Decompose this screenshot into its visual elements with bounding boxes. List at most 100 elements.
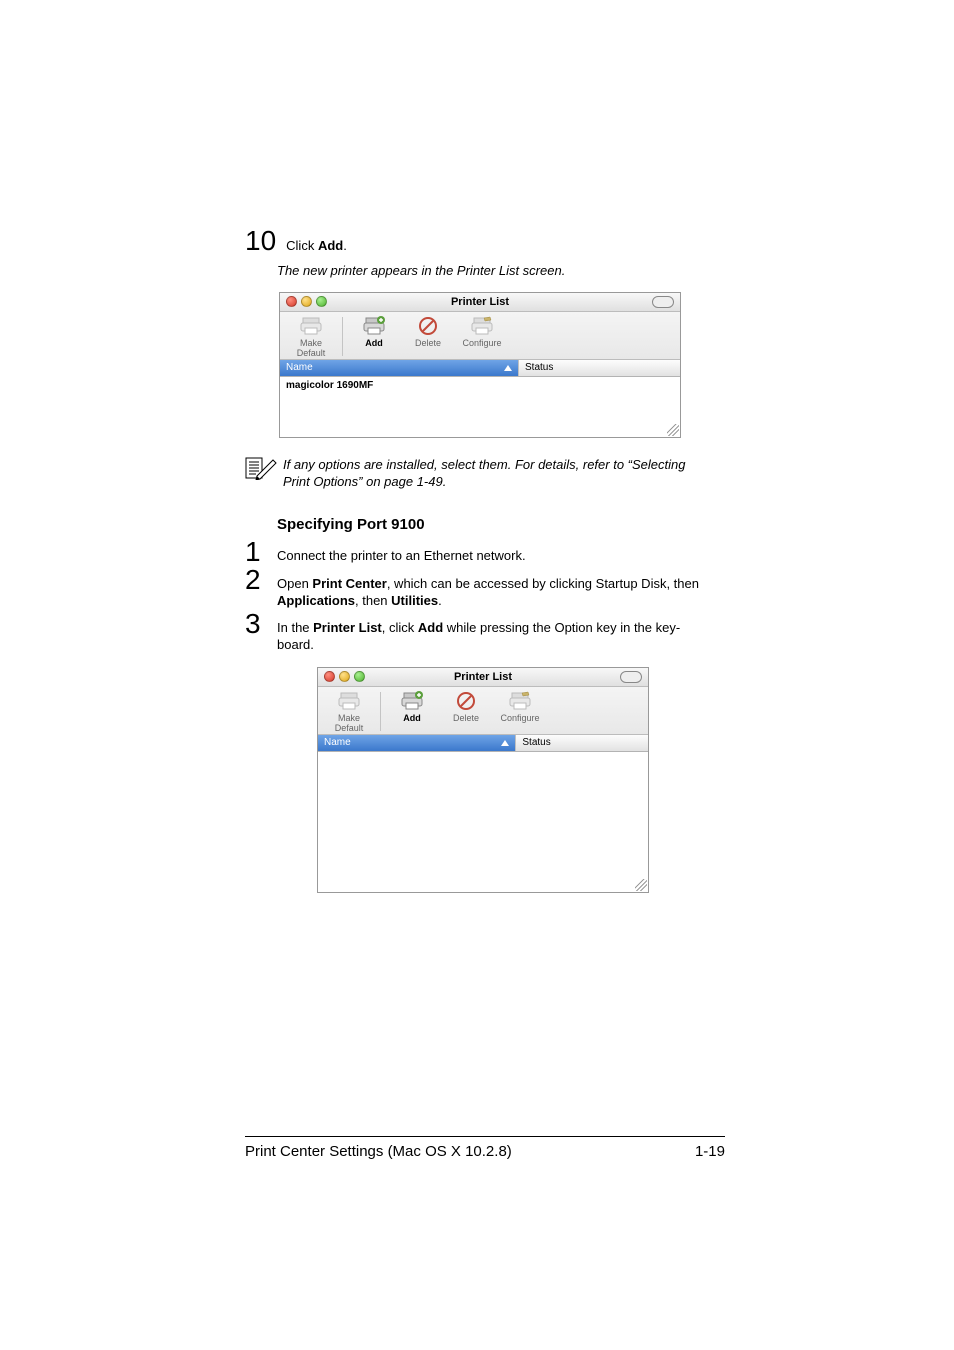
printer-list-window-1: Printer List Make Default Add [279, 292, 681, 438]
configure-label: Configure [457, 338, 507, 348]
add-label: Add [387, 713, 437, 723]
step-10-result: The new printer appears in the Printer L… [277, 263, 725, 278]
step-number-10: 10 [245, 225, 276, 257]
window1-list-header[interactable]: Name Status [280, 360, 680, 377]
delete-icon [403, 315, 453, 337]
note-line-2: Print Options” on page 1-49. [283, 474, 446, 489]
column-name-label: Name [286, 362, 313, 373]
note-text: If any options are installed, select the… [283, 456, 685, 490]
make-default-label: Make Default [324, 713, 374, 733]
toolbar-separator [380, 692, 381, 731]
s2-g: . [438, 593, 442, 608]
window2-title: Printer List [454, 671, 512, 683]
printer-configure-icon [495, 690, 545, 712]
page-footer: Print Center Settings (Mac OS X 10.2.8) … [245, 1136, 725, 1160]
step-2-text: Open Print Center, which can be accessed… [277, 567, 699, 609]
footer-section-title: Print Center Settings (Mac OS X 10.2.8) [245, 1143, 512, 1160]
step-10-text: Click Add. [286, 238, 347, 253]
window1-list-body: magicolor 1690MF [280, 377, 680, 437]
footer-rule [245, 1136, 725, 1137]
printer-add-icon [349, 315, 399, 337]
delete-icon [441, 690, 491, 712]
step-10-bold: Add [318, 238, 343, 253]
make-default-button: Make Default [286, 315, 336, 358]
column-status[interactable]: Status [516, 735, 648, 751]
close-icon[interactable] [286, 296, 297, 307]
s3-e: while pressing the Option key in the key [443, 620, 676, 635]
resize-grip-icon[interactable] [667, 424, 679, 436]
window2-toolbar: Make Default Add Delete [318, 687, 648, 735]
printer-list-window-2: Printer List Make Default Add [317, 667, 649, 893]
s2-c: , which can be accessed by clicking Star… [387, 576, 699, 591]
s2-a: Open [277, 576, 312, 591]
step-number-1: 1 [245, 539, 267, 565]
minimize-icon[interactable] [301, 296, 312, 307]
toolbar-toggle-icon[interactable] [652, 296, 674, 308]
step-number-3: 3 [245, 611, 267, 637]
footer-page-number: 1-19 [695, 1143, 725, 1160]
step-10-prefix: Click [286, 238, 318, 253]
s3-a: In the [277, 620, 313, 635]
s2-f: Utilities [391, 593, 438, 608]
step-1: 1 Connect the printer to an Ethernet net… [245, 539, 725, 565]
close-icon[interactable] [324, 671, 335, 682]
document-page: 10 Click Add. The new printer appears in… [0, 0, 954, 1350]
resize-grip-icon[interactable] [635, 879, 647, 891]
window1-titlebar: Printer List [280, 293, 680, 312]
column-name[interactable]: Name [280, 360, 519, 376]
step-2: 2 Open Print Center, which can be access… [245, 567, 725, 609]
configure-button: Configure [495, 690, 545, 733]
printer-default-icon [286, 315, 336, 337]
column-status[interactable]: Status [519, 360, 680, 376]
footer-line: Print Center Settings (Mac OS X 10.2.8) … [245, 1143, 725, 1160]
window2-list-body [318, 752, 648, 892]
add-button[interactable]: Add [349, 315, 399, 358]
s3-f: board. [277, 637, 314, 652]
sort-ascending-icon [504, 365, 512, 371]
column-name-label: Name [324, 737, 351, 748]
step-10: 10 Click Add. [245, 225, 725, 257]
window2-titlebar: Printer List [318, 668, 648, 687]
delete-button: Delete [441, 690, 491, 733]
step-number-2: 2 [245, 567, 267, 593]
window2-traffic-lights [324, 671, 365, 682]
printer-configure-icon [457, 315, 507, 337]
configure-label: Configure [495, 713, 545, 723]
toolbar-separator [342, 317, 343, 356]
add-button[interactable]: Add [387, 690, 437, 733]
column-name[interactable]: Name [318, 735, 516, 751]
printer-default-icon [324, 690, 374, 712]
step-10-suffix: . [343, 238, 347, 253]
window2-list-header[interactable]: Name Status [318, 735, 648, 752]
main-content: 10 Click Add. The new printer appears in… [245, 225, 725, 893]
printer-add-icon [387, 690, 437, 712]
heading-specifying-port-9100: Specifying Port 9100 [277, 516, 725, 533]
note-block: If any options are installed, select the… [245, 456, 725, 490]
zoom-icon[interactable] [354, 671, 365, 682]
zoom-icon[interactable] [316, 296, 327, 307]
note-line-1: If any options are installed, select the… [283, 457, 685, 472]
step-3-text: In the Printer List, click Add while pre… [277, 611, 680, 653]
configure-button: Configure [457, 315, 507, 358]
printer-row-1[interactable]: magicolor 1690MF [280, 377, 680, 394]
s2-e: , then [355, 593, 391, 608]
delete-label: Delete [403, 338, 453, 348]
window1-traffic-lights [286, 296, 327, 307]
toolbar-toggle-icon[interactable] [620, 671, 642, 683]
s3-c: , click [382, 620, 418, 635]
s3-b: Printer List [313, 620, 382, 635]
minimize-icon[interactable] [339, 671, 350, 682]
make-default-button: Make Default [324, 690, 374, 733]
step-3: 3 In the Printer List, click Add while p… [245, 611, 725, 653]
window1-toolbar: Make Default Add Delete [280, 312, 680, 360]
delete-label: Delete [441, 713, 491, 723]
add-label: Add [349, 338, 399, 348]
note-icon [245, 456, 273, 485]
s2-b: Print Center [312, 576, 386, 591]
steps-block: 1 Connect the printer to an Ethernet net… [245, 539, 725, 653]
s3-d: Add [418, 620, 443, 635]
sort-ascending-icon [501, 740, 509, 746]
make-default-label: Make Default [286, 338, 336, 358]
window1-title: Printer List [451, 296, 509, 308]
delete-button: Delete [403, 315, 453, 358]
